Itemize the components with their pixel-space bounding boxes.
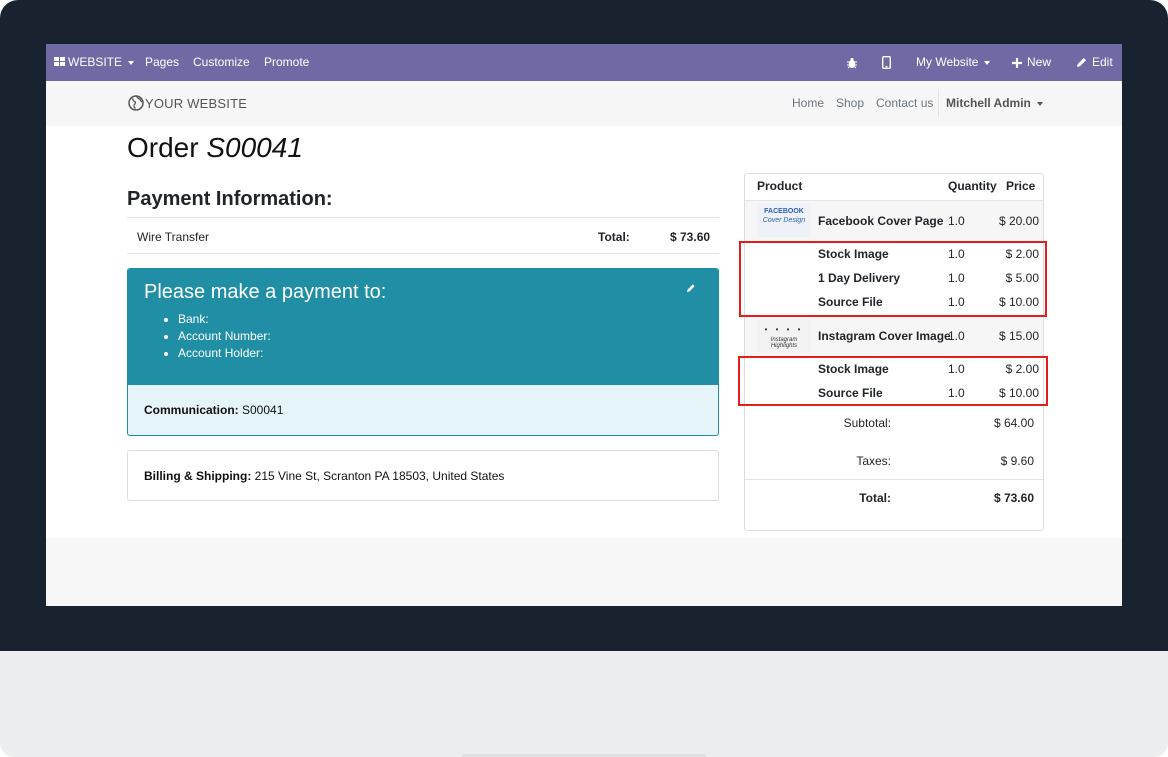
pencil-icon (1077, 58, 1086, 68)
line-product-name: Instagram Cover Image (818, 329, 951, 343)
payment-instructions-header: Please make a payment to: Bank: Account … (128, 269, 718, 385)
payment-instructions-title: Please make a payment to: (144, 281, 387, 303)
dots-decor: • • • • (764, 325, 804, 334)
browser-screen: WEBSITE Pages Customize Promote My Websi… (46, 44, 1122, 606)
user-menu[interactable]: Mitchell Admin (946, 96, 1043, 110)
order-title: Order S00041 (127, 132, 303, 164)
column-header-quantity: Quantity (948, 179, 997, 193)
chevron-down-icon (128, 60, 135, 65)
payment-total-value: $ 73.60 (670, 230, 711, 244)
communication-value: S00041 (238, 403, 284, 417)
billing-shipping-address: Billing & Shipping: 215 Vine St, Scranto… (144, 469, 504, 483)
customize-menu[interactable]: Customize (193, 44, 250, 81)
bank-detail-bank: Bank: (178, 311, 271, 328)
cart-total-value: $ 73.60 (993, 491, 1034, 505)
pencil-icon[interactable] (684, 281, 698, 295)
billing-shipping-label: Billing & Shipping: (144, 469, 252, 483)
website-navbar: YOUR WEBSITE Home Shop Contact us Mitche… (46, 81, 1122, 126)
site-logo[interactable]: YOUR WEBSITE (128, 95, 247, 113)
order-title-prefix: Order (127, 132, 199, 163)
payment-total-label: Total: (598, 230, 630, 244)
thumbnail-sublabel: Cover Design (762, 217, 806, 224)
promote-menu[interactable]: Promote (264, 44, 309, 81)
plus-icon (1012, 57, 1022, 68)
nav-home[interactable]: Home (792, 96, 824, 110)
column-header-product: Product (757, 179, 803, 193)
my-website-label: My Website (916, 55, 979, 69)
website-menu[interactable]: WEBSITE (54, 44, 135, 81)
new-label: New (1027, 55, 1052, 69)
edit-button[interactable]: Edit (1076, 44, 1113, 81)
subtotal-value: $ 64.00 (993, 416, 1034, 430)
highlight-box-optional-products (738, 356, 1048, 406)
line-price: $ 20.00 (998, 214, 1039, 228)
payment-method: Wire Transfer (137, 230, 210, 244)
taxes-value: $ 9.60 (1000, 454, 1034, 468)
website-editor-bar: WEBSITE Pages Customize Promote My Websi… (46, 44, 1122, 81)
site-logo-text: YOUR WEBSITE (145, 96, 248, 111)
cart-total-label: Total: (859, 491, 891, 505)
line-price: $ 15.00 (998, 329, 1039, 343)
new-button[interactable]: New (1012, 44, 1051, 81)
thumbnail-label: Instagram Highlights (770, 337, 798, 349)
product-thumbnail-instagram: • • • • Instagram Highlights (757, 319, 811, 353)
product-thumbnail-facebook: FACEBOOK Cover Design (757, 203, 811, 237)
debug-bug-button[interactable] (846, 44, 858, 81)
user-name: Mitchell Admin (946, 96, 1031, 110)
edit-label: Edit (1092, 55, 1113, 69)
highlight-box-optional-products (739, 241, 1047, 317)
chevron-down-icon (984, 60, 991, 65)
divider (127, 253, 719, 254)
website-menu-label: WEBSITE (68, 55, 123, 69)
taxes-label: Taxes: (856, 454, 891, 468)
wire-transfer-instructions: Please make a payment to: Bank: Account … (127, 268, 719, 436)
nav-divider (938, 89, 939, 117)
globe-icon (128, 95, 144, 111)
chevron-down-icon (1036, 101, 1043, 106)
billing-shipping-card: Billing & Shipping: 215 Vine St, Scranto… (127, 450, 719, 501)
order-page-content: Order S00041 Payment Information: Wire T… (46, 126, 1122, 538)
communication-reference: Communication: S00041 (144, 403, 283, 417)
divider (127, 217, 719, 218)
payment-information-heading: Payment Information: (127, 188, 333, 210)
communication-label: Communication: (144, 403, 239, 417)
mobile-preview-button[interactable] (881, 44, 891, 81)
monitor-stand (0, 651, 1168, 757)
order-summary-table: Product Quantity Price FACEBOOK Cover De… (744, 173, 1044, 531)
pages-menu[interactable]: Pages (145, 44, 179, 81)
thumbnail-label: FACEBOOK (764, 208, 804, 215)
billing-shipping-value: 215 Vine St, Scranton PA 18503, United S… (251, 469, 505, 483)
my-website-menu[interactable]: My Website (916, 44, 991, 81)
bank-details-list: Bank: Account Number: Account Holder: (144, 311, 271, 362)
line-product-name: Facebook Cover Page (818, 214, 944, 228)
bug-icon (847, 57, 857, 69)
apps-grid-icon (54, 57, 65, 67)
order-reference: S00041 (206, 132, 303, 163)
bank-detail-account-holder: Account Holder: (178, 345, 271, 362)
mobile-phone-icon (881, 56, 891, 70)
nav-contact-us[interactable]: Contact us (876, 96, 933, 110)
line-quantity: 1.0 (948, 329, 965, 343)
divider (745, 479, 1043, 480)
subtotal-label: Subtotal: (843, 416, 891, 430)
bank-detail-account-number: Account Number: (178, 328, 271, 345)
nav-shop[interactable]: Shop (836, 96, 864, 110)
line-quantity: 1.0 (948, 214, 965, 228)
page-footer-area (46, 538, 1122, 606)
column-header-price: Price (1006, 179, 1036, 193)
